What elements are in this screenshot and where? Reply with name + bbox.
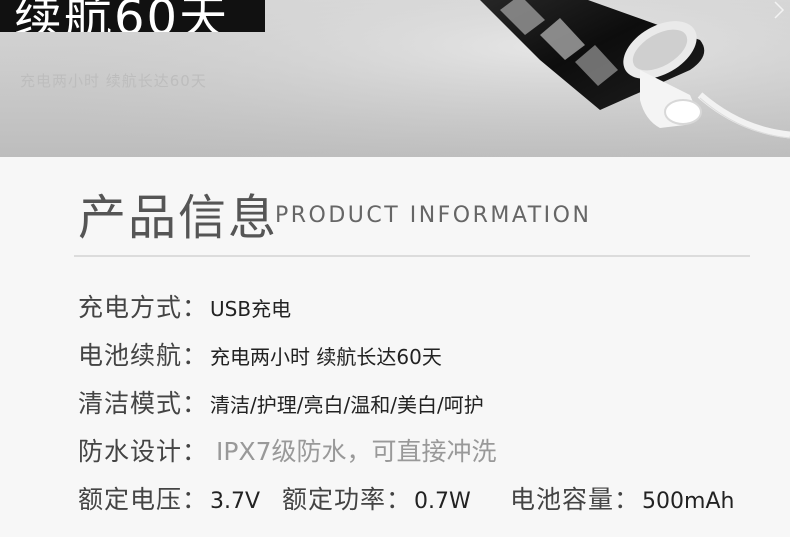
spec-label: 防水设计： xyxy=(78,437,209,466)
rated-voltage: 额定电压： 3.7V xyxy=(78,480,260,516)
spec-value: USB充电 xyxy=(210,297,292,321)
rated-power: 额定功率： 0.7W xyxy=(282,480,471,516)
spec-value: IPX7级防水，可直接冲洗 xyxy=(216,437,497,466)
spec-label: 清洁模式： xyxy=(78,389,209,418)
spec-label: 电池续航： xyxy=(78,341,209,370)
spec-value: 0.7W xyxy=(414,489,471,514)
section-title: 产品信息 xyxy=(78,190,279,246)
spec-label: 额定功率： xyxy=(282,485,413,514)
section-subtitle: PRODUCT INFORMATION xyxy=(275,203,592,228)
banner-faded-caption: 充电两小时 续航长达60天 xyxy=(20,72,207,90)
spec-label: 充电方式： xyxy=(78,293,209,322)
spec-row-charging: 充电方式： USB充电 xyxy=(78,288,291,324)
spec-label: 额定电压： xyxy=(78,485,209,514)
spec-row-waterproof: 防水设计： IPX7级防水，可直接冲洗 xyxy=(78,432,497,468)
spec-row-battery-life: 电池续航： 充电两小时 续航长达60天 xyxy=(78,336,442,372)
spec-value: 500mAh xyxy=(642,489,735,514)
spec-value: 清洁/护理/亮白/温和/美白/呵护 xyxy=(210,393,484,417)
banner-title-block: 续航60天 xyxy=(0,0,265,32)
spec-label: 电池容量： xyxy=(510,485,641,514)
section-divider xyxy=(74,255,750,257)
spec-value: 充电两小时 续航长达60天 xyxy=(210,345,442,369)
spec-row-cleaning-modes: 清洁模式： 清洁/护理/亮白/温和/美白/呵护 xyxy=(78,384,484,420)
banner-title: 续航60天 xyxy=(14,0,230,32)
spec-value: 3.7V xyxy=(210,489,261,514)
product-banner: 续航60天 充电两小时 续航长达60天 xyxy=(0,0,790,157)
battery-capacity: 电池容量： 500mAh xyxy=(510,480,734,516)
